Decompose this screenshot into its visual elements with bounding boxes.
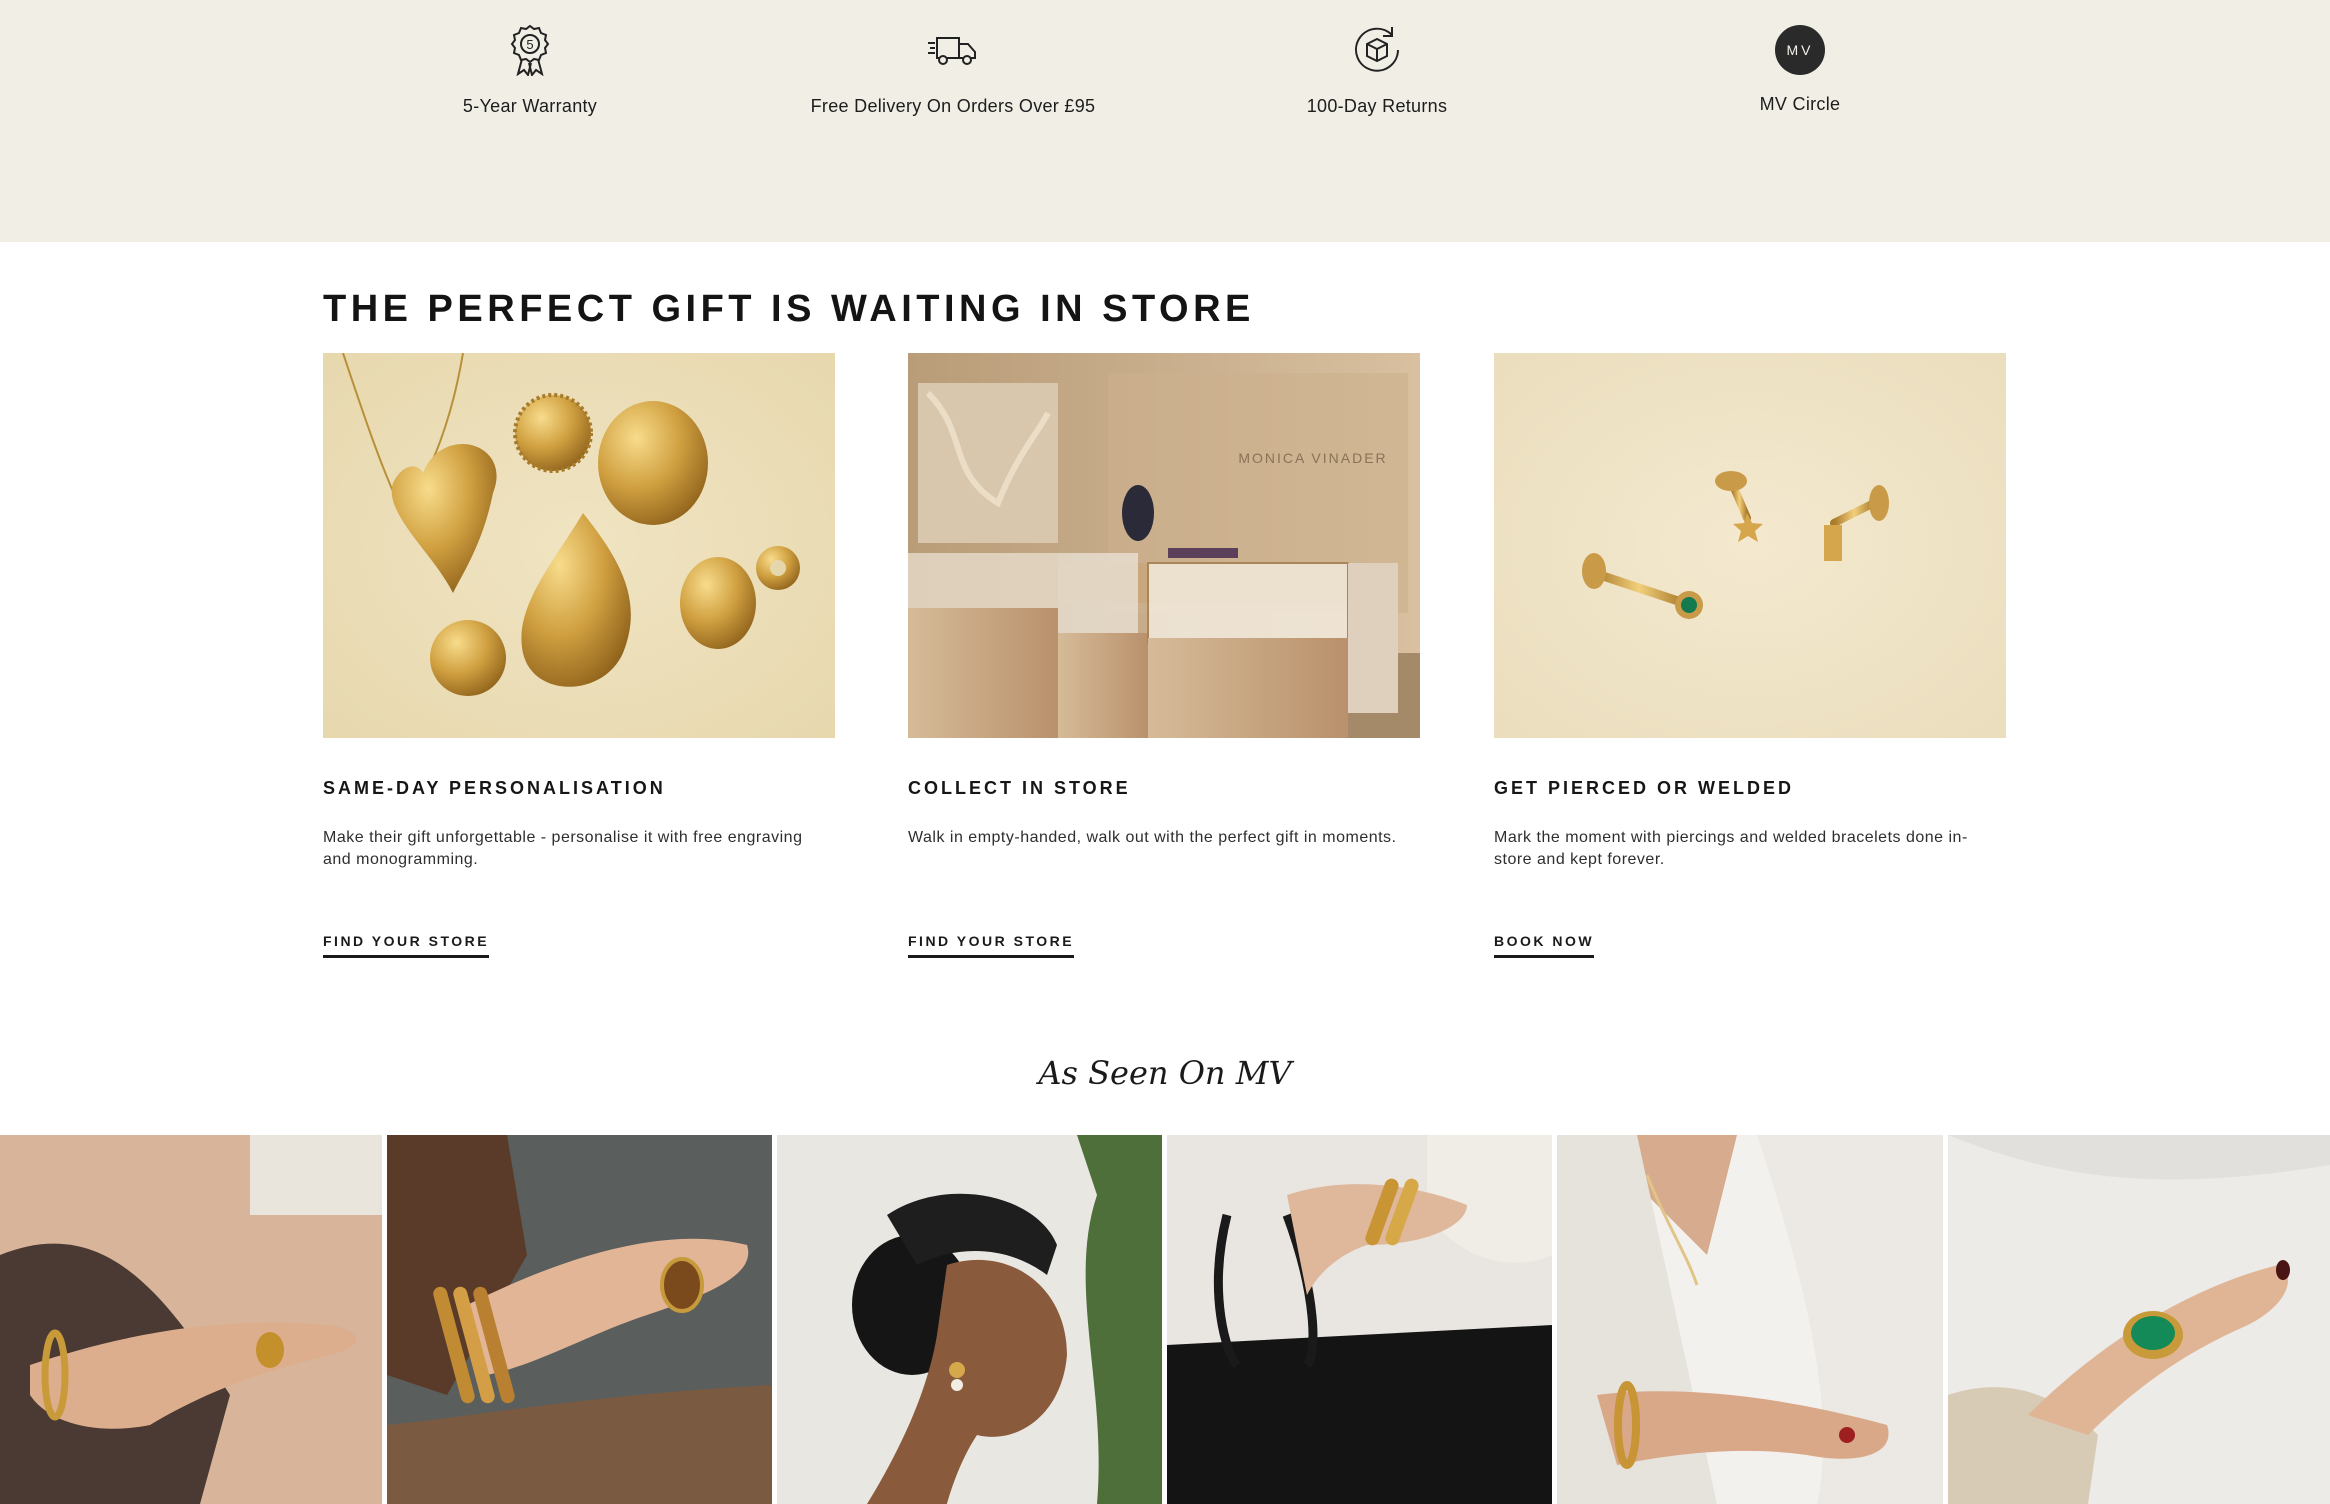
- book-now-link[interactable]: BOOK NOW: [1494, 933, 1595, 958]
- gallery-photo-portrait[interactable]: [777, 1135, 1162, 1504]
- store-card-piercing: GET PIERCED OR WELDED Mark the moment wi…: [1494, 353, 2006, 958]
- benefits-bar: 5 5-Year Warranty Free Delivery On Order…: [0, 0, 2330, 242]
- benefit-label: 5-Year Warranty: [462, 96, 598, 116]
- benefit-mv-circle[interactable]: MV MV Circle: [1590, 18, 2010, 115]
- card-description: Walk in empty-handed, walk out with the …: [908, 829, 1397, 846]
- gallery-photo-signet[interactable]: [1948, 1135, 2330, 1504]
- returns-box-icon: [1345, 18, 1409, 82]
- section-title: THE PERFECT GIFT IS WAITING IN STORE: [323, 288, 1255, 330]
- store-card-personalisation: SAME-DAY PERSONALISATION Make their gift…: [323, 353, 835, 958]
- store-card-collect: MONICA VINADER COLLECT IN STORE Walk in …: [908, 353, 1420, 958]
- card-title: COLLECT IN STORE: [908, 778, 1131, 798]
- pendants-image[interactable]: [323, 353, 835, 738]
- piercing-studs-image[interactable]: [1494, 353, 2006, 738]
- card-description: Mark the moment with piercings and welde…: [1494, 829, 1968, 868]
- benefit-returns[interactable]: 100-Day Returns: [1167, 18, 1587, 117]
- benefit-label: Free Delivery On Orders Over £95: [810, 96, 1096, 116]
- benefit-delivery[interactable]: Free Delivery On Orders Over £95: [743, 18, 1163, 117]
- warranty-rosette-icon: 5: [498, 18, 562, 82]
- find-your-store-link[interactable]: FIND YOUR STORE: [323, 933, 490, 958]
- gallery-photo-bag[interactable]: [1167, 1135, 1552, 1504]
- mv-circle-badge: MV: [1775, 25, 1825, 75]
- gallery-photo-bangles[interactable]: [387, 1135, 772, 1504]
- gallery-photo-blazer[interactable]: [1557, 1135, 1943, 1504]
- card-title: GET PIERCED OR WELDED: [1494, 778, 1795, 798]
- mv-circle-icon: MV: [1768, 18, 1832, 82]
- delivery-truck-icon: [921, 18, 985, 82]
- find-your-store-link[interactable]: FIND YOUR STORE: [908, 933, 1075, 958]
- benefit-warranty[interactable]: 5 5-Year Warranty: [320, 18, 740, 117]
- as-seen-on-title: As Seen On MV: [1038, 1054, 1292, 1092]
- benefit-label: 100-Day Returns: [1306, 96, 1448, 116]
- benefit-label: MV Circle: [1759, 94, 1841, 114]
- store-interior-image[interactable]: MONICA VINADER: [908, 353, 1420, 738]
- card-description: Make their gift unforgettable - personal…: [323, 829, 803, 868]
- card-title: SAME-DAY PERSONALISATION: [323, 778, 666, 798]
- store-sign-text: MONICA VINADER: [1238, 450, 1387, 466]
- svg-text:5: 5: [526, 37, 533, 52]
- social-gallery: [0, 1135, 2330, 1504]
- gallery-photo-hand-ring[interactable]: [0, 1135, 382, 1504]
